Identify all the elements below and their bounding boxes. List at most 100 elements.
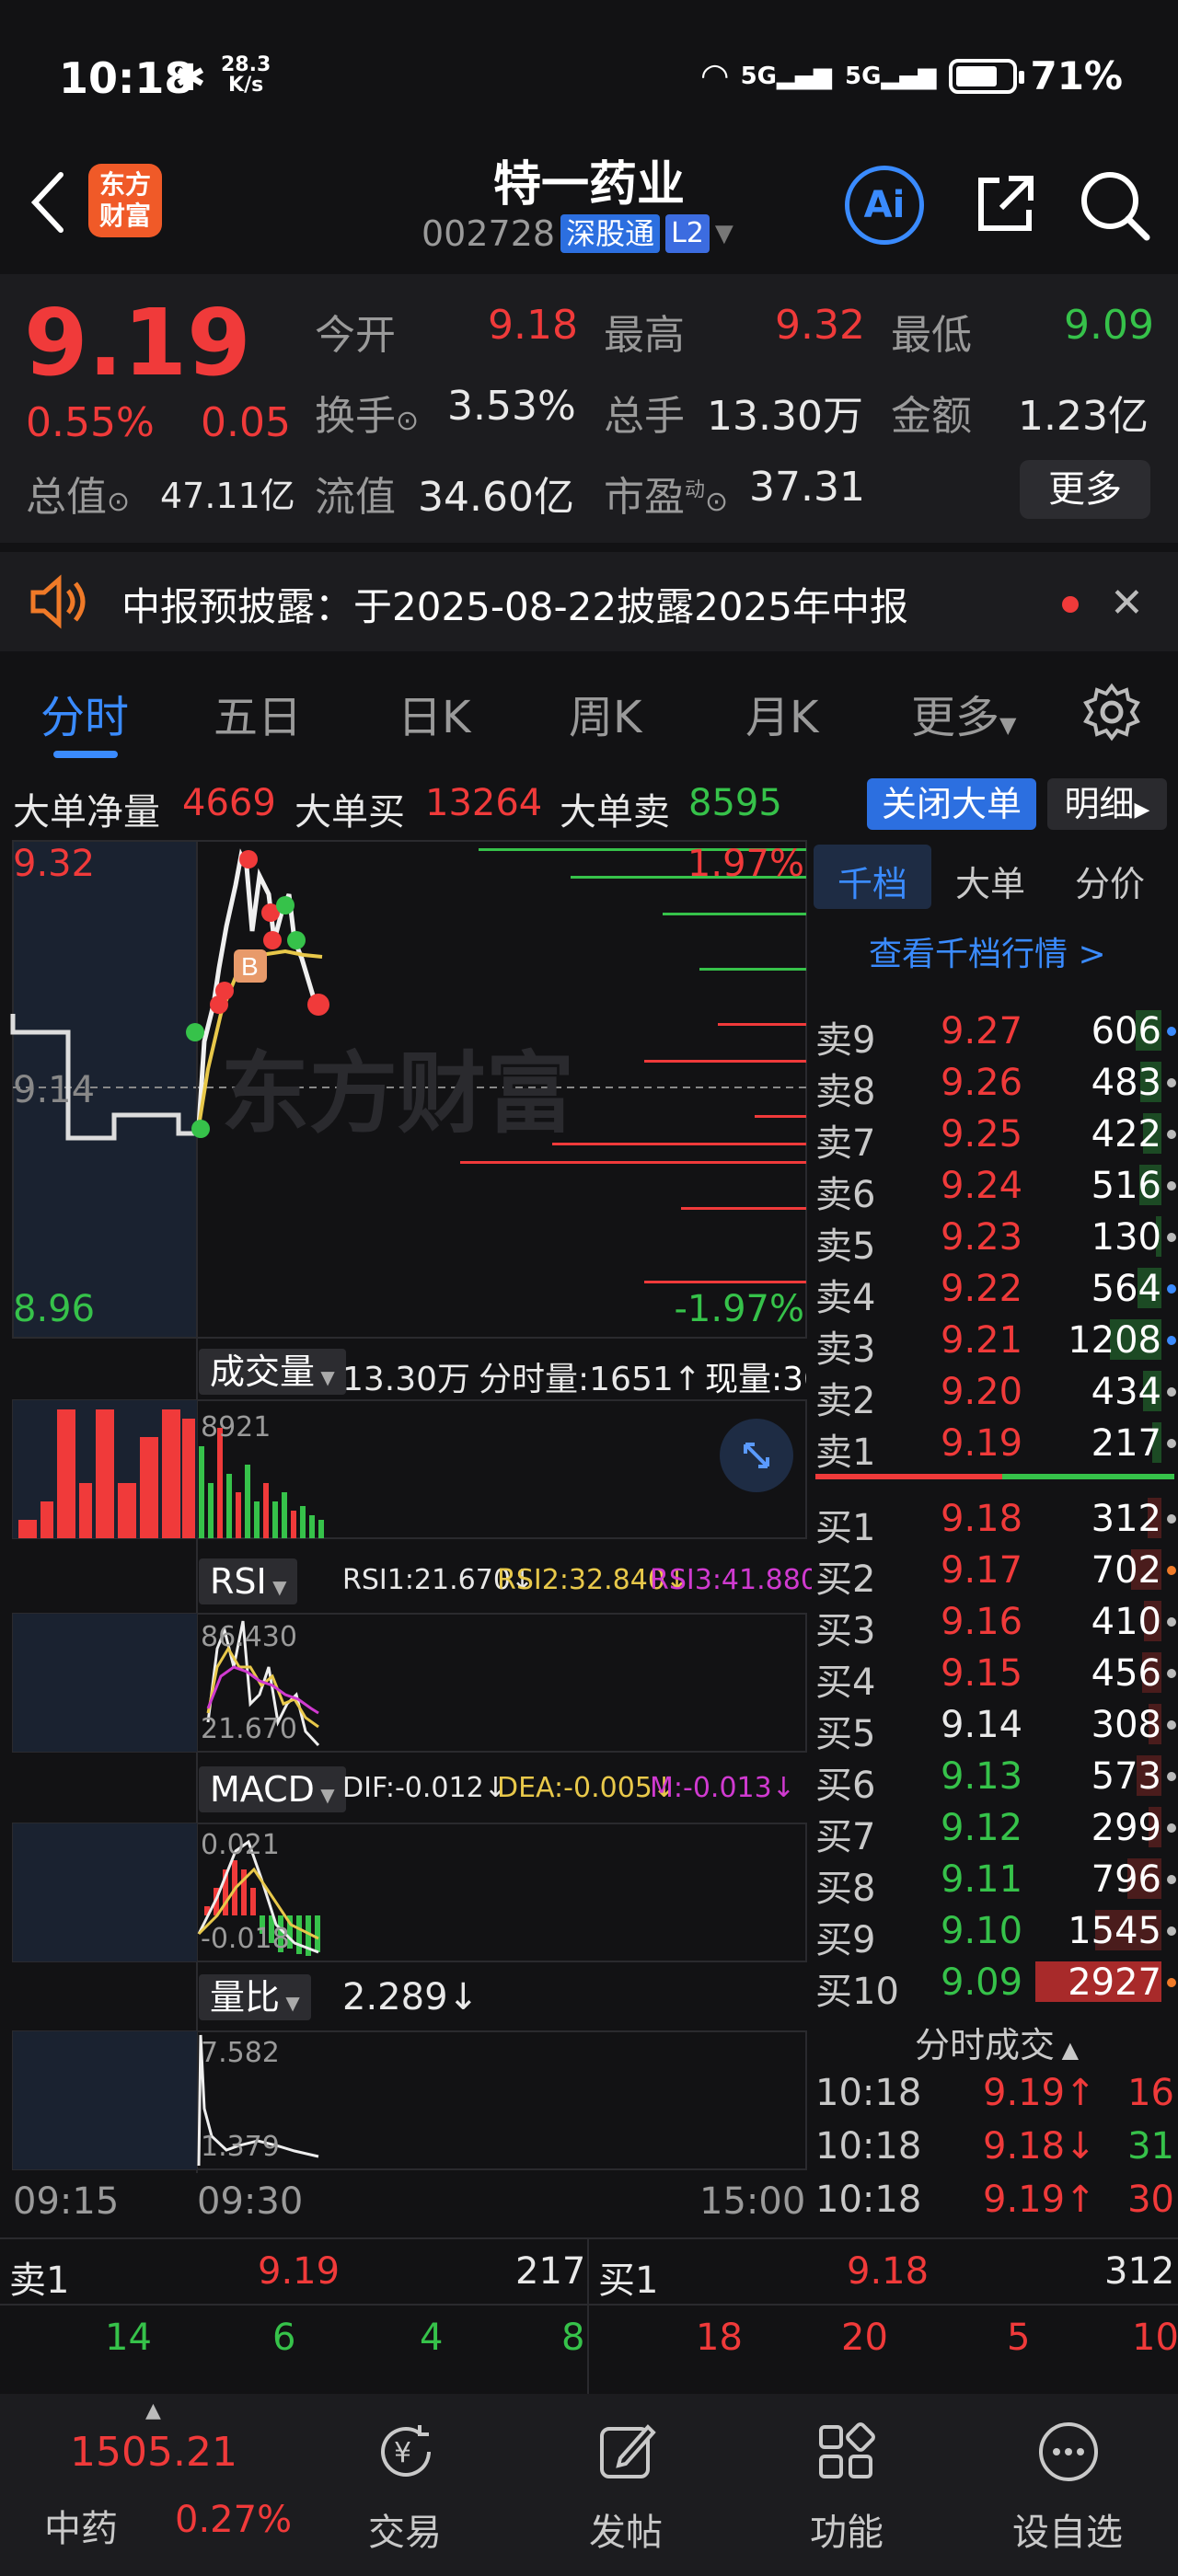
bid-row[interactable]: 买7 9.12 299	[812, 1801, 1178, 1858]
notice-text[interactable]: 中报预披露：于2025-08-22披露2025年中报	[121, 576, 908, 632]
tab-depth[interactable]: 千档	[837, 856, 907, 906]
bid-price: 9.09	[941, 1961, 1023, 2004]
dropdown-icon[interactable]: ▼	[715, 220, 733, 247]
info-icon[interactable]: ⊙	[705, 486, 728, 518]
search-icon[interactable]	[1075, 166, 1152, 243]
volume-bars	[18, 1409, 324, 1538]
bid-row[interactable]: 买1 9.18 312	[812, 1492, 1178, 1549]
volume-ratio-select[interactable]: 量比 ▼	[199, 1974, 311, 2020]
macd-indicator-select[interactable]: MACD ▼	[199, 1766, 346, 1812]
info-icon[interactable]: ⊙	[396, 405, 419, 437]
tick-time: 10:18	[815, 2072, 922, 2114]
bid-row[interactable]: 买9 9.10 1545	[812, 1904, 1178, 1961]
ask-row[interactable]: 卖3 9.21 1208	[812, 1314, 1178, 1371]
unread-dot	[1062, 596, 1079, 613]
tab-intraday[interactable]: 分时	[40, 681, 129, 745]
ask-marker-dot	[1167, 1336, 1176, 1345]
chart-canvas[interactable]: 东方财富 B	[0, 839, 808, 2236]
nav-trade[interactable]: 交易	[341, 2502, 469, 2556]
volume-indicator-select[interactable]: 成交量 ▼	[199, 1349, 346, 1395]
queue-buy-vol: 312	[1104, 2250, 1175, 2293]
tab-monthly-k[interactable]: 月K	[745, 681, 818, 745]
trade-icon[interactable]: ¥	[374, 2420, 438, 2484]
bid-row[interactable]: 买4 9.15 456	[812, 1647, 1178, 1704]
dif-value: DIF:-0.012↓	[342, 1772, 507, 1804]
bid-row[interactable]: 买2 9.17 702	[812, 1544, 1178, 1601]
tick-price: 9.18↓	[983, 2125, 1096, 2168]
post-icon[interactable]	[595, 2420, 659, 2484]
ask-row[interactable]: 卖5 9.23 130	[812, 1211, 1178, 1268]
nav-watchlist[interactable]: 设自选	[1003, 2502, 1132, 2556]
tab-price-dist[interactable]: 分价	[1075, 856, 1145, 906]
ask-row[interactable]: 卖1 9.19 217	[812, 1417, 1178, 1474]
intraday-chart[interactable]: 东方财富 B 9.32 9.14 8.96 1.97% -1.97% 成交量 ▼…	[0, 839, 841, 2236]
tab-five-day[interactable]: 五日	[214, 681, 302, 745]
bid-marker-dot	[1167, 1823, 1176, 1833]
turnover-label[interactable]: 换手⊙	[315, 383, 419, 442]
ai-icon[interactable]: Ai	[845, 166, 924, 245]
watermark: 东方财富	[221, 1045, 574, 1144]
function-icon[interactable]	[814, 2420, 878, 2484]
rsi-indicator-select[interactable]: RSI ▼	[199, 1558, 298, 1604]
more-button[interactable]: 更多	[1020, 460, 1150, 519]
price-low-label: 8.96	[13, 1288, 96, 1330]
bid-price: 9.11	[941, 1858, 1023, 1901]
nav-function[interactable]: 功能	[782, 2502, 911, 2556]
ask-row[interactable]: 卖9 9.27 606	[812, 1005, 1178, 1062]
mktcap-label[interactable]: 总值⊙	[26, 464, 130, 523]
settings-icon[interactable]	[1082, 683, 1141, 742]
watchlist-icon[interactable]	[1036, 2420, 1101, 2484]
ask-row[interactable]: 卖6 9.24 516	[812, 1159, 1178, 1216]
order-book-tabs: 千档 大单 分价	[812, 839, 1178, 914]
bid-marker-dot	[1167, 1926, 1176, 1936]
collapse-up-icon[interactable]: ▲	[145, 2399, 161, 2422]
bid-row[interactable]: 买10 9.09 2927	[812, 1956, 1178, 2013]
last-price: 9.19	[24, 289, 251, 397]
volume-ratio-value: 2.289↓	[342, 1976, 479, 2018]
tab-big-order[interactable]: 大单	[955, 856, 1025, 906]
tick-price: 9.19↑	[983, 2179, 1096, 2221]
status-right: ◠ 5G▂▄▆ 5G▂▄▆ 71%	[702, 53, 1123, 98]
tab-weekly-k[interactable]: 周K	[569, 681, 641, 745]
bid-row[interactable]: 买8 9.11 796	[812, 1853, 1178, 1910]
ask-row[interactable]: 卖4 9.22 564	[812, 1262, 1178, 1319]
m-value: M:-0.013↓	[650, 1772, 795, 1804]
ask-row[interactable]: 卖8 9.26 483	[812, 1056, 1178, 1113]
tick-time: 10:18	[815, 2125, 922, 2168]
ask-marker-dot	[1167, 1181, 1176, 1190]
notice-bar[interactable]: 中报预披露：于2025-08-22披露2025年中报 ✕	[0, 552, 1178, 651]
ticks-title[interactable]: 分时成交 ▲	[915, 2017, 1079, 2067]
network-speed: 28.3 K/s	[221, 53, 271, 97]
ask-marker-dot	[1167, 1233, 1176, 1242]
share-icon[interactable]	[968, 167, 1042, 241]
detail-button[interactable]: 明细▶	[1047, 778, 1167, 830]
ask-row[interactable]: 卖7 9.25 422	[812, 1108, 1178, 1165]
pct-high-label: 1.97%	[687, 843, 804, 885]
info-icon[interactable]: ⊙	[107, 486, 130, 518]
nav-post[interactable]: 发帖	[561, 2502, 690, 2556]
order-book: 千档 大单 分价 查看千档行情 > 卖9 9.27 606 卖8 9.26 483 卖7 9.…	[812, 839, 1178, 2236]
ask-row[interactable]: 卖2 9.20 434	[812, 1365, 1178, 1422]
pe-label[interactable]: 市盈动⊙	[604, 464, 728, 523]
stock-code-row[interactable]: 002728 深股通 L2 ▼	[422, 213, 733, 254]
tick-volume: 分时量:1651↑	[479, 1361, 701, 1398]
bid-row[interactable]: 买3 9.16 410	[812, 1595, 1178, 1652]
bid-marker-dot	[1167, 1772, 1176, 1781]
volume-ratio-bottom: 1.379	[201, 2131, 280, 2163]
close-icon[interactable]: ✕	[1110, 580, 1144, 627]
bluetooth-icon: ✱	[175, 57, 206, 99]
bid-row[interactable]: 买5 9.14 308	[812, 1698, 1178, 1755]
price-mid-label: 9.14	[13, 1069, 96, 1111]
depth-link[interactable]: 查看千档行情 >	[869, 927, 1106, 975]
expand-icon[interactable]	[720, 1419, 793, 1492]
queue-cell: 5	[1007, 2317, 1031, 2359]
bid-row[interactable]: 买6 9.13 573	[812, 1750, 1178, 1807]
sector-index-value[interactable]: 1505.21	[70, 2429, 237, 2476]
tab-daily-k[interactable]: 日K	[398, 681, 470, 745]
close-big-order-button[interactable]: 关闭大单	[867, 778, 1036, 830]
sector-name[interactable]: 中药	[44, 2499, 118, 2552]
tab-more[interactable]: 更多▼	[911, 681, 1016, 745]
tick-time: 10:18	[815, 2179, 922, 2221]
open-label: 今开	[315, 312, 396, 359]
bid-marker-dot	[1167, 1875, 1176, 1884]
